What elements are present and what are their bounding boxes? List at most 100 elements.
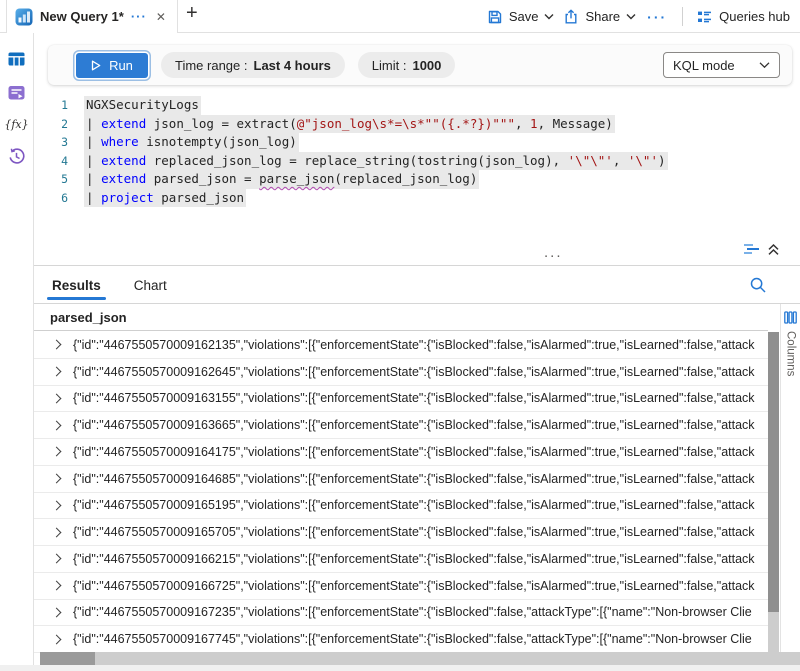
line-number: 3	[34, 133, 68, 152]
more-actions-button[interactable]: ···	[645, 13, 669, 21]
table-row[interactable]: {"id":"4467550570009165195","violations"…	[34, 493, 768, 520]
queries-hub-button[interactable]: Queries hub	[696, 9, 790, 25]
tab-bar-actions: Save Share ···	[487, 0, 790, 33]
code-text: NGXSecurityLogs	[84, 96, 201, 115]
table-row[interactable]: {"id":"4467550570009163155","violations"…	[34, 386, 768, 413]
left-rail: {fx}	[0, 33, 34, 671]
limit-value: 1000	[412, 58, 441, 73]
table-row[interactable]: {"id":"4467550570009164175","violations"…	[34, 439, 768, 466]
code-text: | extend parsed_json = parse_json(replac…	[84, 170, 479, 189]
code-line[interactable]: 5 | extend parsed_json = parse_json(repla…	[34, 170, 764, 189]
chevron-down-icon[interactable]	[626, 13, 636, 20]
save-label: Save	[509, 9, 539, 24]
share-icon	[563, 9, 579, 25]
columns-side-panel[interactable]: Columns	[780, 304, 800, 652]
row-json-text: {"id":"4467550570009164175","violations"…	[73, 445, 755, 459]
bottom-edge	[0, 665, 800, 671]
expand-row-icon[interactable]	[52, 447, 62, 457]
horizontal-scrollbar-thumb[interactable]	[40, 652, 95, 665]
row-json-text: {"id":"4467550570009165195","violations"…	[73, 498, 755, 512]
saved-queries-icon[interactable]	[7, 84, 26, 102]
table-row[interactable]: {"id":"4467550570009167235","violations"…	[34, 600, 768, 627]
table-row[interactable]: {"id":"4467550570009163665","violations"…	[34, 412, 768, 439]
time-range-value: Last 4 hours	[254, 58, 331, 73]
table-row[interactable]: {"id":"4467550570009162135","violations"…	[34, 332, 768, 359]
query-toolbar: Run Time range : Last 4 hours Limit : 10…	[48, 45, 792, 85]
expand-row-icon[interactable]	[52, 367, 62, 377]
save-icon	[487, 9, 503, 25]
code-text: | extend json_log = extract(@"json_log\s…	[84, 115, 615, 134]
results-column-header[interactable]: parsed_json	[34, 304, 768, 331]
search-results-button[interactable]	[749, 276, 767, 294]
expand-row-icon[interactable]	[52, 607, 62, 617]
row-json-text: {"id":"4467550570009163155","violations"…	[73, 391, 755, 405]
query-tab[interactable]: New Query 1* ··· ✕	[6, 0, 178, 33]
expand-row-icon[interactable]	[52, 554, 62, 564]
table-row[interactable]: {"id":"4467550570009164685","violations"…	[34, 466, 768, 493]
table-row[interactable]: {"id":"4467550570009162645","violations"…	[34, 359, 768, 386]
expand-row-icon[interactable]	[52, 340, 62, 350]
tab-results[interactable]: Results	[52, 278, 101, 303]
code-line[interactable]: 6| project parsed_json	[34, 189, 764, 208]
kusto-query-icon	[15, 8, 33, 26]
new-tab-button[interactable]: +	[186, 2, 198, 25]
tab-menu-icon[interactable]: ···	[131, 12, 147, 22]
row-json-text: {"id":"4467550570009163665","violations"…	[73, 418, 755, 432]
code-line[interactable]: 4 | extend replaced_json_log = replace_st…	[34, 152, 764, 171]
row-json-text: {"id":"4467550570009167745","violations"…	[73, 632, 752, 646]
share-button[interactable]: Share	[563, 9, 636, 25]
queries-hub-label: Queries hub	[719, 9, 790, 24]
queries-hub-icon	[696, 9, 713, 25]
vertical-scrollbar[interactable]	[768, 332, 779, 652]
expand-row-icon[interactable]	[52, 527, 62, 537]
row-json-text: {"id":"4467550570009165705","violations"…	[73, 525, 755, 539]
vertical-scrollbar-thumb[interactable]	[768, 332, 779, 612]
row-json-text: {"id":"4467550570009167235","violations"…	[73, 605, 752, 619]
table-row[interactable]: {"id":"4467550570009167745","violations"…	[34, 626, 768, 653]
run-button[interactable]: Run	[76, 53, 148, 78]
code-text: | extend replaced_json_log = replace_str…	[84, 152, 668, 171]
app-window: New Query 1* ··· ✕ + Save	[0, 0, 800, 671]
code-line[interactable]: 2 | extend json_log = extract(@"json_log\…	[34, 115, 764, 134]
line-number: 2	[34, 115, 68, 134]
line-number: 4	[34, 152, 68, 171]
columns-panel-label: Columns	[785, 331, 797, 376]
horizontal-scrollbar[interactable]	[40, 652, 800, 665]
results-tabs: Results Chart	[34, 266, 800, 303]
time-range-label: Time range :	[175, 58, 248, 73]
table-row[interactable]: {"id":"4467550570009165705","violations"…	[34, 519, 768, 546]
query-history-icon[interactable]	[7, 147, 26, 166]
tab-bar: New Query 1* ··· ✕ + Save	[0, 0, 800, 33]
tables-icon[interactable]	[7, 50, 26, 68]
expand-row-icon[interactable]	[52, 474, 62, 484]
code-line[interactable]: 1NGXSecurityLogs	[34, 96, 764, 115]
table-row[interactable]: {"id":"4467550570009166725","violations"…	[34, 573, 768, 600]
row-json-text: {"id":"4467550570009162645","violations"…	[73, 365, 755, 379]
row-json-text: {"id":"4467550570009166215","violations"…	[73, 552, 755, 566]
expand-row-icon[interactable]	[52, 634, 62, 644]
limit-picker[interactable]: Limit : 1000	[358, 52, 456, 78]
expand-row-icon[interactable]	[52, 581, 62, 591]
share-label: Share	[585, 9, 620, 24]
tab-chart[interactable]: Chart	[134, 278, 167, 303]
play-icon	[91, 60, 101, 71]
line-number: 5	[34, 170, 68, 189]
query-log-icon[interactable]	[743, 243, 760, 256]
collapse-editor-icon[interactable]	[767, 243, 780, 256]
save-button[interactable]: Save	[487, 9, 555, 25]
code-line[interactable]: 3| where isnotempty(json_log)	[34, 133, 764, 152]
query-mode-select[interactable]: KQL mode	[663, 52, 780, 78]
expand-row-icon[interactable]	[52, 420, 62, 430]
time-range-picker[interactable]: Time range : Last 4 hours	[161, 52, 345, 78]
table-row[interactable]: {"id":"4467550570009166215","violations"…	[34, 546, 768, 573]
panel-splitter-handle[interactable]: ...	[544, 244, 563, 261]
tab-close-icon[interactable]: ✕	[156, 10, 166, 24]
functions-icon[interactable]: {fx}	[4, 118, 28, 131]
chevron-down-icon[interactable]	[544, 13, 554, 20]
tab-title: New Query 1*	[40, 9, 124, 24]
divider	[682, 7, 683, 26]
code-editor[interactable]: 1NGXSecurityLogs2 | extend json_log = ext…	[34, 96, 764, 207]
expand-row-icon[interactable]	[52, 500, 62, 510]
editor-tools	[743, 243, 780, 256]
expand-row-icon[interactable]	[52, 393, 62, 403]
